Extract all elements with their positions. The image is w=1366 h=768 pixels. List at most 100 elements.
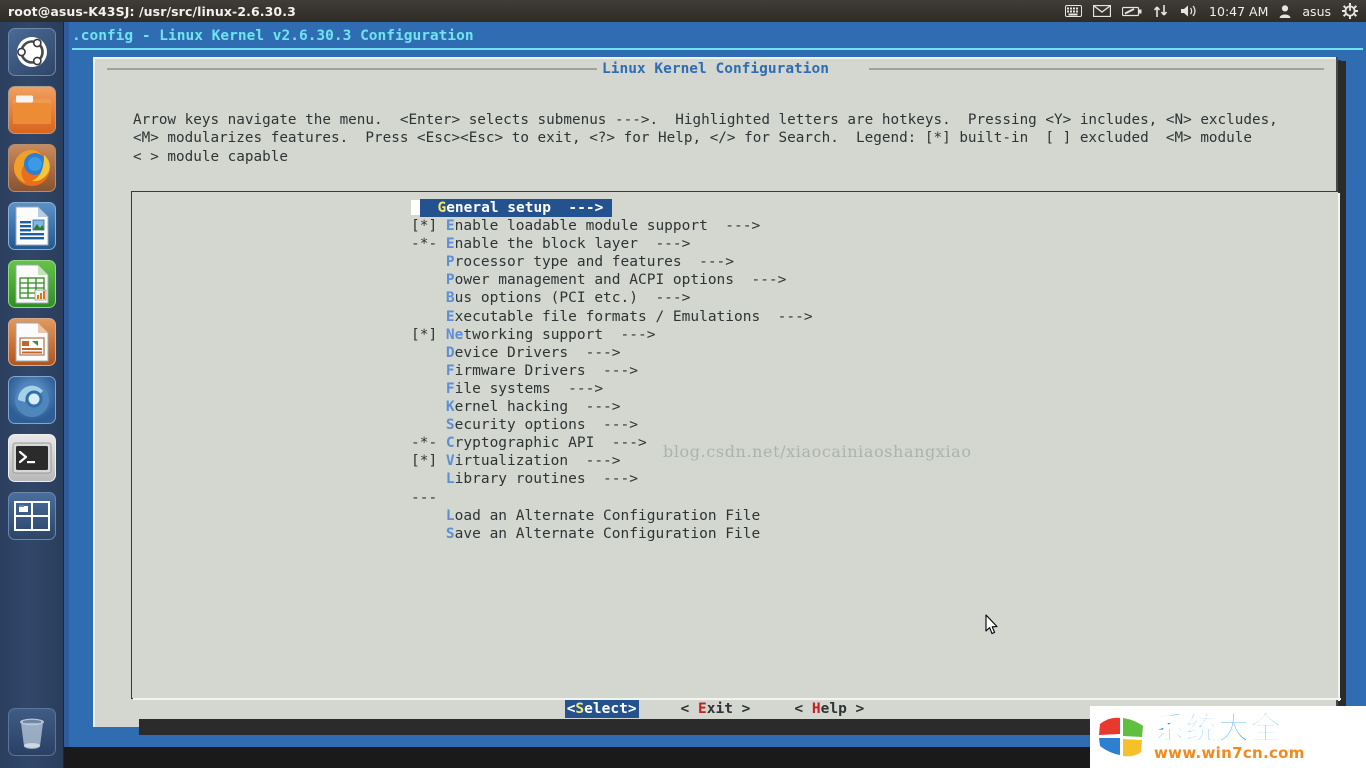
menu-item[interactable]: [*] Enable loadable module support ---> bbox=[411, 217, 813, 235]
menu-item-state bbox=[411, 272, 446, 288]
terminal-content: .config - Linux Kernel v2.6.30.3 Configu… bbox=[69, 22, 1366, 747]
menu-item-state bbox=[411, 471, 446, 487]
menu-item[interactable]: Kernel hacking ---> bbox=[411, 398, 813, 416]
cursor-block bbox=[411, 200, 420, 215]
brand-text: 系统大全 www.win7cn.com bbox=[1154, 710, 1305, 762]
menu-item[interactable]: Power management and ACPI options ---> bbox=[411, 271, 813, 289]
menu-separator: --- bbox=[411, 489, 438, 506]
backtitle-rule bbox=[72, 48, 1363, 50]
menu-item[interactable]: Firmware Drivers ---> bbox=[411, 362, 813, 380]
menu-item-selected[interactable]: General setup ---> bbox=[420, 199, 613, 218]
desktop-screen: root@asus-K43SJ: /usr/src/linux-2.6.30.3… bbox=[0, 0, 1366, 768]
launcher-item-writer[interactable] bbox=[7, 202, 56, 250]
menu-item-hotkey: V bbox=[445, 453, 455, 470]
menu-item-label: ernel hacking ---> bbox=[454, 399, 621, 416]
unity-top-panel: root@asus-K43SJ: /usr/src/linux-2.6.30.3… bbox=[0, 0, 1366, 22]
menu-item-hotkey: F bbox=[445, 380, 455, 397]
button-bracket-open: < bbox=[680, 701, 699, 717]
button-bracket-close: > bbox=[732, 701, 751, 717]
software-center-icon bbox=[14, 383, 49, 417]
menu-item[interactable]: Processor type and features ---> bbox=[411, 253, 813, 271]
menu-item-hotkey: P bbox=[445, 272, 455, 289]
volume-icon[interactable] bbox=[1180, 4, 1198, 18]
menu-item-state bbox=[411, 526, 446, 542]
help-button[interactable]: < Help > bbox=[792, 700, 866, 718]
launcher-item-calc[interactable] bbox=[7, 260, 56, 308]
menu-item-hotkey: G bbox=[437, 200, 447, 216]
firefox-icon bbox=[13, 150, 50, 186]
menu-item-label: nable the block layer ---> bbox=[454, 236, 691, 253]
launcher-item-ubuntu-dash[interactable] bbox=[7, 28, 56, 76]
menu-item[interactable]: Device Drivers ---> bbox=[411, 344, 813, 362]
exit-button[interactable]: < Exit > bbox=[679, 700, 753, 718]
menu-item-hotkey: C bbox=[445, 435, 455, 452]
button-label: elp bbox=[820, 701, 847, 717]
button-label: xit bbox=[706, 701, 733, 717]
launcher-item-software-center[interactable] bbox=[7, 376, 56, 424]
menu-item[interactable]: Save an Alternate Configuration File bbox=[411, 525, 813, 543]
menu-item[interactable]: [*] Networking support ---> bbox=[411, 326, 813, 344]
clock[interactable]: 10:47 AM bbox=[1209, 4, 1268, 19]
user-name[interactable]: asus bbox=[1302, 4, 1331, 19]
help-line: < > module capable bbox=[133, 148, 288, 165]
menu-item-hotkey: Ne bbox=[445, 326, 464, 343]
envelope-icon[interactable] bbox=[1093, 5, 1112, 17]
csdn-watermark: blog.csdn.net/xiaocainiaoshangxiao bbox=[663, 442, 972, 461]
menu-item-label: ower management and ACPI options ---> bbox=[454, 272, 787, 289]
dialog-highlight-left bbox=[93, 57, 95, 732]
launcher-item-workspace-switcher[interactable] bbox=[7, 492, 56, 540]
menu-item[interactable]: General setup ---> bbox=[411, 199, 813, 218]
menu-item[interactable]: Executable file formats / Emulations ---… bbox=[411, 308, 813, 326]
button-hotkey: H bbox=[811, 701, 821, 717]
menu-item[interactable]: Security options ---> bbox=[411, 416, 813, 434]
menu-item-label: ave an Alternate Configuration File bbox=[454, 525, 761, 542]
menu-item[interactable]: Load an Alternate Configuration File bbox=[411, 507, 813, 525]
launcher-item-terminal[interactable] bbox=[7, 434, 56, 482]
launcher-item-files[interactable] bbox=[7, 86, 56, 134]
workspace-icon bbox=[13, 501, 50, 531]
dialog-title: Linux Kernel Configuration bbox=[602, 61, 829, 77]
menu-item-label: evice Drivers ---> bbox=[454, 344, 621, 361]
help-line: <M> modularizes features. Press <Esc><Es… bbox=[133, 130, 1252, 147]
button-bracket-close: > bbox=[627, 701, 637, 717]
menu-item-label: irtualization ---> bbox=[454, 453, 621, 470]
select-button[interactable]: <Select> bbox=[564, 700, 639, 718]
button-bracket-close: > bbox=[846, 701, 865, 717]
spreadsheet-icon bbox=[15, 264, 48, 304]
presentation-icon bbox=[15, 322, 48, 362]
menu-item-hotkey: D bbox=[445, 344, 455, 361]
menu-item-state bbox=[411, 417, 446, 433]
menu-item-label: ile systems ---> bbox=[454, 380, 604, 397]
menu-item[interactable]: Library routines ---> bbox=[411, 470, 813, 488]
menu-item-hotkey: L bbox=[445, 507, 455, 524]
user-icon[interactable] bbox=[1279, 4, 1291, 18]
ubuntu-logo-icon bbox=[16, 37, 47, 67]
windows-flag-icon bbox=[1096, 715, 1148, 759]
menu-item-state bbox=[411, 345, 446, 361]
menu-box-highlight-right bbox=[1338, 193, 1340, 701]
menu-item-label: irmware Drivers ---> bbox=[454, 362, 638, 379]
menu-item-hotkey: B bbox=[445, 290, 455, 307]
keyboard-icon[interactable] bbox=[1065, 5, 1083, 17]
menu-item[interactable]: File systems ---> bbox=[411, 380, 813, 398]
unity-launcher bbox=[0, 22, 64, 768]
help-line: Arrow keys navigate the menu. <Enter> se… bbox=[133, 112, 1278, 128]
brand-name-cn: 系统大全 bbox=[1154, 710, 1282, 747]
menu-item-state: -*- bbox=[411, 435, 446, 452]
system-tray: 10:47 AM asus bbox=[1065, 3, 1366, 19]
menu-item-label: ryptographic API ---> bbox=[454, 435, 647, 452]
gear-power-icon[interactable] bbox=[1342, 3, 1358, 19]
button-label: elect bbox=[584, 701, 628, 717]
menu-item-state bbox=[411, 508, 446, 524]
menu-item-label: tworking support ---> bbox=[463, 326, 656, 343]
menu-item[interactable]: Bus options (PCI etc.) ---> bbox=[411, 289, 813, 307]
menu-item-state bbox=[411, 254, 446, 270]
launcher-item-trash[interactable] bbox=[7, 708, 56, 756]
launcher-item-firefox[interactable] bbox=[7, 144, 56, 192]
launcher-item-impress[interactable] bbox=[7, 318, 56, 366]
menu-item[interactable]: -*- Enable the block layer ---> bbox=[411, 235, 813, 253]
battery-icon[interactable] bbox=[1122, 6, 1142, 17]
menu-list: General setup ---> [*] Enable loadable m… bbox=[411, 199, 813, 543]
network-updown-icon[interactable] bbox=[1153, 4, 1169, 18]
menu-item-hotkey: E bbox=[445, 308, 455, 325]
